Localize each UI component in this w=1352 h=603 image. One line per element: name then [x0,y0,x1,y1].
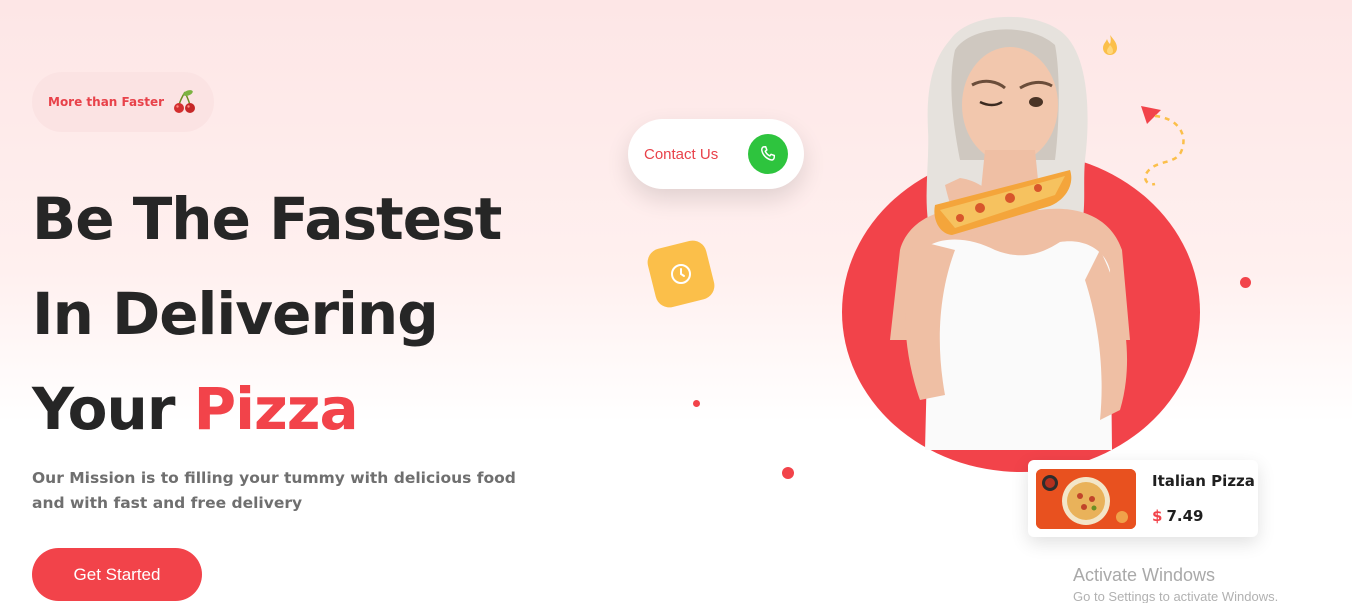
mission-text: Our Mission is to filling your tummy wit… [32,469,516,512]
price-value: 7.49 [1166,507,1204,525]
contact-us-label: Contact Us [644,145,719,163]
contact-us-button[interactable]: Contact Us [628,119,804,189]
headline-line-3: Your Pizza [32,362,552,457]
pizza-thumbnail [1036,469,1136,529]
decor-dot [782,467,794,479]
activate-windows-subtitle: Go to Settings to activate Windows. [1073,589,1279,603]
headline-line-3-prefix: Your [32,375,175,443]
phone-icon[interactable] [748,134,788,174]
decor-dot [1240,277,1251,288]
headline-line-1: Be The Fastest [32,185,502,253]
headline-accent-word: Pizza [193,375,359,443]
decor-dot [693,400,700,407]
hero-headline: Be The Fastest In Delivering Your Pizza [32,172,552,457]
clock-tile [644,237,718,311]
clock-icon [671,264,691,284]
tagline-badge: More than Faster [32,72,214,132]
tagline-text: More than Faster [48,95,165,109]
activate-windows-title: Activate Windows [1073,565,1216,585]
currency-symbol: $ [1152,507,1163,525]
product-title: Italian Pizza [1152,472,1255,490]
get-started-button[interactable]: Get Started [32,548,202,601]
product-card[interactable]: Italian Pizza $7.49 [1028,460,1258,537]
cherry-icon [174,90,196,113]
woman-eating-pizza-image [890,16,1130,450]
product-price: $7.49 [1152,507,1203,525]
headline-line-2: In Delivering [32,280,439,348]
